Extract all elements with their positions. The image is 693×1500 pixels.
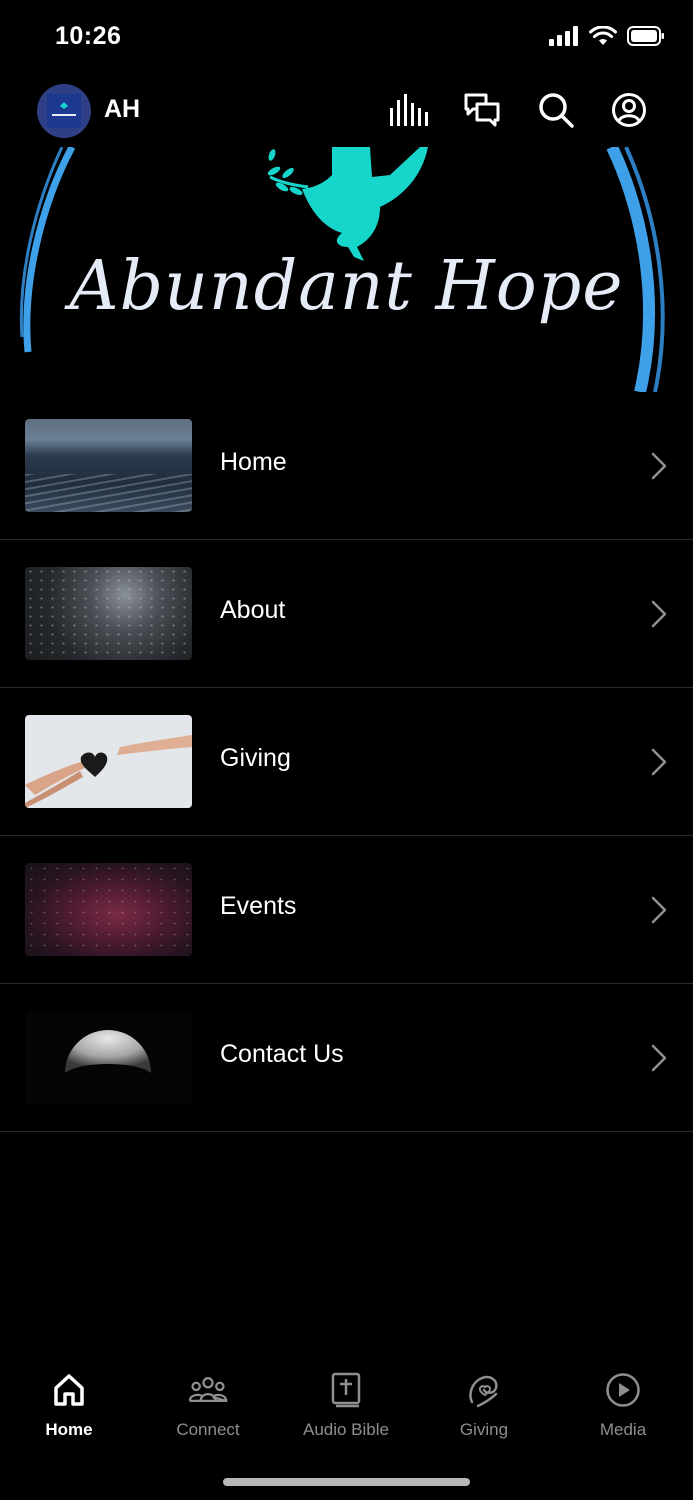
menu-item-about[interactable]: About [0,540,693,688]
tab-label: Media [599,1420,647,1439]
chat-icon[interactable] [462,90,502,130]
menu-item-contact-us[interactable]: Contact Us [0,984,693,1132]
bible-icon [326,1370,366,1410]
hands-heart-thumbnail [25,715,192,808]
menu-item-label: Home [220,448,287,476]
home-icon [49,1370,89,1410]
menu-list: Home About Giving Events Contact Us [0,392,693,1132]
people-icon [188,1370,228,1410]
battery-icon [627,26,664,46]
menu-item-giving[interactable]: Giving [0,688,693,836]
audio-levels-icon[interactable] [388,90,428,130]
church-initials: AH [104,95,141,123]
menu-item-label: Contact Us [220,1040,344,1068]
chevron-right-icon [651,1044,667,1072]
home-indicator[interactable] [223,1478,470,1486]
tab-giving[interactable]: Giving [415,1370,553,1440]
tab-audio-bible[interactable]: Audio Bible [277,1370,415,1440]
tab-label: Connect [176,1420,240,1439]
tab-label: Giving [459,1420,509,1439]
avatar[interactable] [37,84,91,138]
banner-title: Abundant Hope [69,247,624,326]
app-header: AH [0,80,693,142]
nebula-thumbnail [25,863,192,956]
status-icons [549,26,665,46]
stars-thumbnail [25,567,192,660]
chevron-right-icon [651,600,667,628]
menu-item-label: About [220,596,286,624]
tab-label: Home [45,1420,93,1439]
giving-icon [464,1370,504,1410]
tab-media[interactable]: Media [554,1370,692,1440]
wifi-icon [589,26,617,45]
profile-icon[interactable] [609,90,649,130]
church-banner: Abundant Hope [0,147,693,392]
status-bar: 10:26 [0,0,693,78]
menu-item-home[interactable]: Home [0,392,693,540]
chevron-right-icon [651,748,667,776]
play-icon [603,1370,643,1410]
cellular-signal-icon [549,26,578,46]
ocean-thumbnail [25,419,192,512]
chevron-right-icon [651,452,667,480]
menu-item-label: Events [220,892,297,920]
tab-connect[interactable]: Connect [139,1370,277,1440]
search-icon[interactable] [536,90,576,130]
tab-home[interactable]: Home [0,1370,138,1440]
menu-item-label: Giving [220,744,291,772]
chevron-right-icon [651,896,667,924]
status-time: 10:26 [55,22,122,50]
moon-thumbnail [25,1011,192,1104]
tab-label: Audio Bible [302,1420,389,1439]
menu-item-events[interactable]: Events [0,836,693,984]
